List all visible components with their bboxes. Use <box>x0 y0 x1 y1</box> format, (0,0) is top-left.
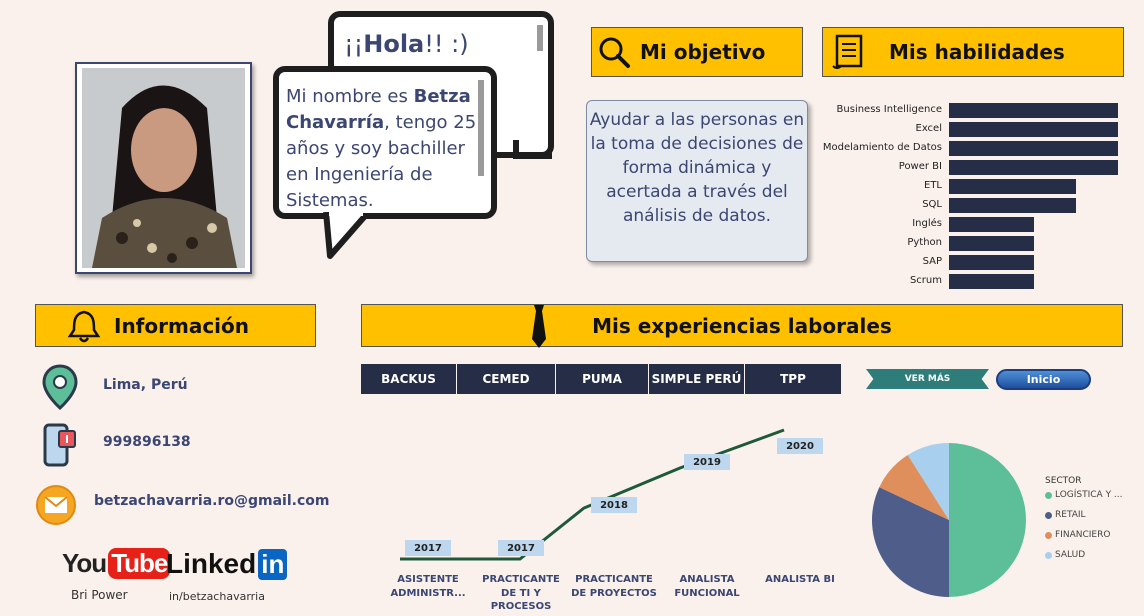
objective-box: Ayudar a las personas en la toma de deci… <box>586 100 808 262</box>
skill-label: Modelamiento de Datos <box>822 142 942 153</box>
legend-dot <box>1045 531 1052 539</box>
experience-title: Mis experiencias laborales <box>592 313 892 338</box>
legend-label: LOGÍSTICA Y ... <box>1055 490 1123 500</box>
tab-cemed[interactable]: CEMED <box>457 364 555 394</box>
inicio-button[interactable]: Inicio <box>996 369 1091 390</box>
youtube-logo[interactable]: You Tube <box>62 548 171 579</box>
location-pin-icon <box>42 364 78 410</box>
youtube-caption: Bri Power <box>71 588 128 602</box>
greeting-scrollbar[interactable] <box>537 25 543 51</box>
legend-label: FINANCIERO <box>1055 530 1111 540</box>
skill-bar[interactable] <box>949 217 1034 232</box>
intro-scrollbar[interactable] <box>478 80 484 176</box>
skill-label: ETL <box>924 180 942 191</box>
timeline-job: ANALISTA BI <box>765 574 835 585</box>
timeline-year: 2020 <box>777 438 823 454</box>
skills-header: Mis habilidades <box>822 27 1124 77</box>
legend-dot <box>1045 551 1052 559</box>
scroll-document-icon <box>832 34 863 69</box>
youtube-logo-text-1: You <box>62 548 107 578</box>
youtube-logo-text-2: Tube <box>108 548 171 579</box>
skill-label: SAP <box>922 256 942 267</box>
ver-mas-button[interactable]: VER MÁS <box>866 369 989 389</box>
objective-text: Ayudar a las personas en la toma de deci… <box>589 110 805 226</box>
skill-label: Power BI <box>898 161 942 172</box>
pie-legend-item[interactable]: SALUD <box>1045 550 1085 560</box>
tab-puma[interactable]: PUMA <box>556 364 648 394</box>
timeline-job: PRACTICANTE DE TI Y PROCESOS <box>482 574 560 612</box>
email-link[interactable]: betzachavarria.ro@gmail.com <box>94 493 329 509</box>
phone-icon <box>43 423 76 467</box>
skills-title: Mis habilidades <box>889 40 1065 64</box>
intro-text: Mi nombre es Betza Chavarría, tengo 25 a… <box>286 86 477 211</box>
profile-photo-frame <box>75 62 252 274</box>
skill-bar[interactable] <box>949 255 1034 270</box>
timeline-year: 2017 <box>405 540 451 556</box>
objective-header: Mi objetivo <box>591 27 803 77</box>
skill-label: Inglés <box>912 218 942 229</box>
legend-label: SALUD <box>1055 550 1086 560</box>
pie-legend-title: SECTOR <box>1045 476 1082 486</box>
timeline-job: PRACTICANTE DE PROYECTOS <box>571 574 657 599</box>
legend-label: RETAIL <box>1055 510 1086 520</box>
pie-slice[interactable] <box>949 443 1026 597</box>
pie-legend-item[interactable]: FINANCIERO <box>1045 530 1110 540</box>
phone-text: 999896138 <box>103 434 191 450</box>
info-header: Información <box>35 304 316 347</box>
skill-bar[interactable] <box>949 141 1118 156</box>
linkedin-logo-text: Linked <box>166 548 257 579</box>
skill-bar[interactable] <box>949 103 1118 118</box>
objective-title: Mi objetivo <box>640 40 766 64</box>
skill-label: SQL <box>922 199 942 210</box>
legend-dot <box>1045 511 1052 519</box>
bell-icon <box>67 310 101 342</box>
location-text: Lima, Perú <box>103 377 188 393</box>
tab-backus[interactable]: BACKUS <box>361 364 456 394</box>
info-title: Información <box>114 313 250 338</box>
skill-label: Python <box>907 237 942 248</box>
greeting-bubble-tail <box>513 140 552 159</box>
tie-icon <box>532 305 546 348</box>
skill-bar[interactable] <box>949 274 1034 289</box>
pie-legend-item[interactable]: LOGÍSTICA Y ... <box>1045 490 1123 500</box>
sector-pie-chart[interactable] <box>870 441 1028 599</box>
experience-header: Mis experiencias laborales <box>361 304 1123 348</box>
profile-photo <box>82 68 245 268</box>
skill-bar[interactable] <box>949 198 1076 213</box>
legend-dot <box>1045 491 1052 499</box>
tab-tpp[interactable]: TPP <box>745 364 841 394</box>
tab-simple-peru[interactable]: SIMPLE PERÚ <box>649 364 744 394</box>
intro-bubble-tail <box>323 212 368 259</box>
timeline-job: ANALISTA FUNCIONAL <box>674 574 740 599</box>
timeline-job: ASISTENTE ADMINISTR... <box>390 574 466 599</box>
skill-bar[interactable] <box>949 122 1118 137</box>
skill-bar[interactable] <box>949 179 1076 194</box>
email-icon <box>36 485 76 525</box>
skill-label: Business Intelligence <box>836 104 942 115</box>
skill-bar[interactable] <box>949 236 1034 251</box>
skill-bar[interactable] <box>949 160 1118 175</box>
pie-legend-item[interactable]: RETAIL <box>1045 510 1086 520</box>
linkedin-caption: in/betzachavarria <box>169 590 265 603</box>
greeting-text: ¡¡Hola!! :) <box>344 30 469 58</box>
magnifier-icon <box>599 37 630 68</box>
timeline-year: 2018 <box>591 497 637 513</box>
linkedin-logo-badge: in <box>258 548 288 580</box>
timeline-year: 2019 <box>684 454 730 470</box>
skill-label: Excel <box>915 123 943 134</box>
timeline-year: 2017 <box>498 540 544 556</box>
linkedin-logo[interactable]: Linked in <box>166 548 288 580</box>
skill-label: Scrum <box>909 275 942 286</box>
